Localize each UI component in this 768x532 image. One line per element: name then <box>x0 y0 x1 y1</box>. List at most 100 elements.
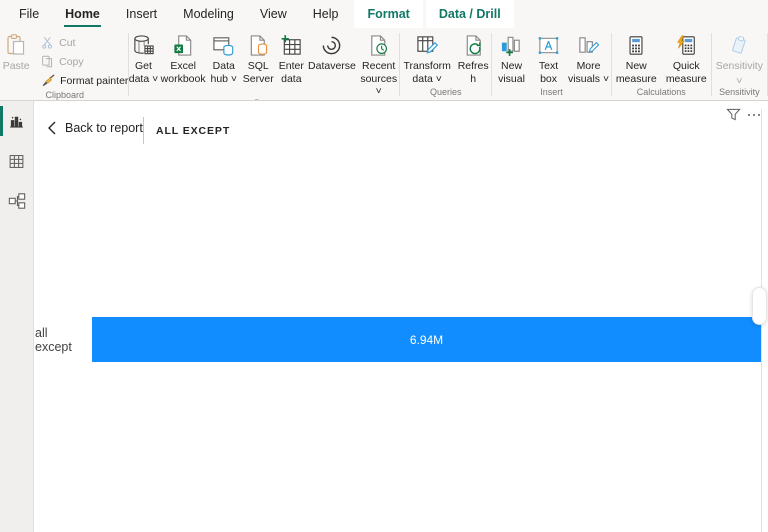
report-canvas: Back to report ALL EXCEPT all except 6.9… <box>35 101 768 532</box>
sidebar-item-data-view[interactable] <box>0 141 33 181</box>
new-visual-icon <box>500 32 523 58</box>
back-to-report-label: Back to report <box>65 121 143 135</box>
group-label-clipboard: Clipboard <box>45 90 85 100</box>
tab-home[interactable]: Home <box>52 0 113 28</box>
ribbon-group-sensitivity: Sensitivity ˅ Sensitivity <box>712 28 767 100</box>
sql-server-icon <box>247 32 270 58</box>
data-hub-label: Data hub ˅ <box>210 60 238 85</box>
sql-server-label: SQL Server <box>242 60 274 85</box>
text-box-icon <box>537 32 560 58</box>
recent-sources-label: Recent sources ˅ <box>360 60 398 97</box>
group-label-queries: Queries <box>430 87 462 97</box>
dataverse-button[interactable]: Dataverse <box>307 31 356 73</box>
copy-label: Copy <box>59 55 84 68</box>
text-box-label: Text box <box>538 60 559 85</box>
filter-icon[interactable] <box>724 105 742 123</box>
refresh-button[interactable]: Refresh <box>456 31 491 85</box>
sensitivity-icon <box>728 32 750 58</box>
paste-icon <box>4 32 28 58</box>
more-options-icon <box>757 113 761 117</box>
tab-view[interactable]: View <box>247 0 300 28</box>
more-visuals-icon <box>577 32 600 58</box>
transform-data-icon <box>416 32 439 58</box>
format-painter-icon <box>41 73 55 88</box>
more-visuals-label: More visuals ˅ <box>567 60 610 85</box>
get-data-icon <box>132 32 155 58</box>
group-label-sensitivity: Sensitivity <box>719 87 760 97</box>
header-divider <box>143 117 144 144</box>
data-view-icon <box>8 153 25 170</box>
paste-button[interactable]: Paste <box>2 31 35 73</box>
new-measure-icon <box>625 32 647 58</box>
ribbon-group-clipboard: Paste Cut Copy Format painter Clipboard <box>2 28 128 100</box>
dataverse-label: Dataverse <box>308 60 356 72</box>
more-options-icon <box>752 113 756 117</box>
visual-title: ALL EXCEPT <box>156 125 231 137</box>
new-measure-button[interactable]: New measure <box>612 31 660 85</box>
back-to-report-button[interactable]: Back to report <box>48 121 143 135</box>
refresh-label: Refresh <box>457 60 489 85</box>
recent-sources-button[interactable]: Recent sources ˅ <box>357 31 399 98</box>
sensitivity-button[interactable]: Sensitivity ˅ <box>712 31 767 87</box>
sql-server-button[interactable]: SQL Server <box>241 31 275 85</box>
data-hub-button[interactable]: Data hub ˅ <box>207 31 240 85</box>
cut-button[interactable]: Cut <box>37 33 127 52</box>
sidebar-item-model-view[interactable] <box>0 181 33 221</box>
cut-label: Cut <box>59 36 76 49</box>
transform-data-button[interactable]: Transform data ˅ <box>401 31 454 85</box>
ribbon-group-calculations: New measure Quick measure Calculations <box>612 28 711 100</box>
sensitivity-label: Sensitivity <box>715 60 763 72</box>
quick-measure-button[interactable]: Quick measure <box>662 31 710 85</box>
scrollbar-thumb[interactable] <box>752 287 767 325</box>
group-label-data: Data <box>254 98 273 101</box>
new-visual-label: New visual <box>498 60 525 85</box>
refresh-icon <box>462 32 485 58</box>
back-icon <box>48 121 56 135</box>
more-visuals-button[interactable]: More visuals ˅ <box>568 31 610 85</box>
tab-help[interactable]: Help <box>300 0 352 28</box>
sidebar-item-report-view[interactable] <box>0 101 33 141</box>
ribbon-group-data: Get data ˅ Excel workbook Data hub ˅ SQL… <box>129 28 400 100</box>
new-visual-button[interactable]: New visual <box>494 31 530 85</box>
report-view-icon <box>8 113 25 130</box>
excel-workbook-icon <box>172 32 195 58</box>
powerbi-window: File Home Insert Modeling View Help Form… <box>0 0 768 532</box>
group-label-calculations: Calculations <box>636 87 686 97</box>
format-painter-button[interactable]: Format painter <box>37 71 128 90</box>
bar-category-label: all except <box>35 325 72 354</box>
dataverse-icon <box>320 32 343 58</box>
tab-insert[interactable]: Insert <box>113 0 170 28</box>
quick-measure-icon <box>675 32 697 58</box>
view-switcher-sidebar <box>0 101 34 532</box>
excel-workbook-button[interactable]: Excel workbook <box>160 31 206 85</box>
copy-button[interactable]: Copy <box>37 52 127 71</box>
bar-data-label: 6.94M <box>409 332 444 347</box>
text-box-button[interactable]: Text box <box>533 31 565 85</box>
enter-data-label: Enter data <box>278 60 304 85</box>
model-view-icon <box>8 192 26 210</box>
more-options-icon <box>747 113 751 117</box>
enter-data-button[interactable]: Enter data <box>276 31 306 85</box>
copy-icon <box>41 55 54 68</box>
ribbon: File Home Insert Modeling View Help Form… <box>0 0 768 101</box>
enter-data-icon <box>280 32 303 58</box>
ribbon-group-queries: Transform data ˅ Refresh Queries <box>400 28 491 100</box>
ribbon-tab-row: File Home Insert Modeling View Help Form… <box>0 0 768 28</box>
group-label-insert: Insert <box>540 87 563 97</box>
tab-format[interactable]: Format <box>354 0 423 28</box>
bar-all-except[interactable]: 6.94M <box>92 317 761 362</box>
format-painter-label: Format painter <box>60 74 128 87</box>
recent-sources-icon <box>367 32 390 58</box>
ribbon-group-insert: New visual Text box More visuals ˅ Inser… <box>492 28 611 100</box>
quick-measure-label: Quick measure <box>665 60 707 85</box>
ribbon-content: Paste Cut Copy Format painter Clipboard … <box>0 28 768 100</box>
get-data-label: Get data ˅ <box>128 60 159 85</box>
get-data-button[interactable]: Get data ˅ <box>129 31 160 85</box>
paste-label: Paste <box>2 60 30 72</box>
tab-data-drill[interactable]: Data / Drill <box>425 0 514 28</box>
tab-file[interactable]: File <box>6 0 52 28</box>
cut-icon <box>41 36 54 49</box>
excel-workbook-label: Excel workbook <box>160 60 206 85</box>
new-measure-label: New measure <box>615 60 657 85</box>
tab-modeling[interactable]: Modeling <box>170 0 247 28</box>
